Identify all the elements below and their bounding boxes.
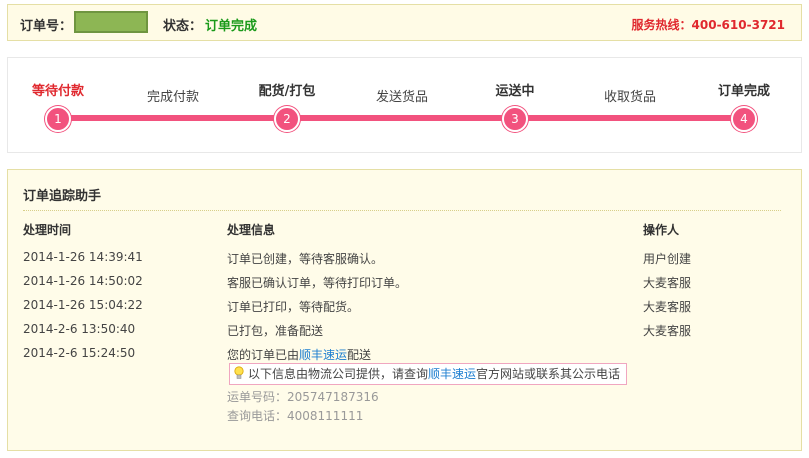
step-label-packing: 配货/打包 — [258, 84, 316, 99]
service-hotline: 服务热线：400-610-3721 — [631, 18, 785, 32]
row-info: 订单已打印，等待配货。 — [227, 300, 360, 314]
lightbulb-icon — [234, 366, 244, 379]
row-info-suffix: 配送 — [347, 348, 372, 362]
divider — [23, 210, 781, 211]
step-label-receive: 收取货品 — [603, 90, 656, 105]
step-label-order-complete: 订单完成 — [717, 84, 770, 99]
status-label: 状态： — [163, 19, 203, 34]
tracking-title: 订单追踪助手 — [23, 189, 102, 204]
column-header-operator: 操作人 — [643, 223, 680, 237]
row-time: 2014-2-6 15:24:50 — [23, 346, 136, 360]
row-info: 订单已创建，等待客服确认。 — [227, 252, 384, 266]
notice-suffix: 官方网站或联系其公示电话 — [476, 367, 621, 381]
carrier-link[interactable]: 顺丰速运 — [299, 348, 347, 362]
row-time: 2014-1-26 15:04:22 — [23, 298, 143, 312]
step-3-circle: 3 — [502, 106, 528, 132]
order-number-label: 订单号： — [20, 19, 73, 34]
notice-prefix: 以下信息由物流公司提供，请查询 — [248, 367, 429, 381]
column-header-time: 处理时间 — [23, 223, 72, 237]
row-time: 2014-1-26 14:50:02 — [23, 274, 143, 288]
row-operator: 大麦客服 — [643, 300, 692, 314]
carrier-info-notice: 以下信息由物流公司提供，请查询顺丰速运官方网站或联系其公示电话 — [229, 363, 628, 385]
order-tracking-panel: 订单追踪助手 处理时间 处理信息 操作人 2014-1-26 14:39:41 … — [7, 169, 802, 451]
table-row: 2014-1-26 14:50:02 客服已确认订单，等待打印订单。 大麦客服 — [8, 274, 801, 294]
row-time: 2014-2-6 13:50:40 — [23, 322, 136, 336]
row-operator: 大麦客服 — [643, 324, 692, 338]
status-value: 订单完成 — [205, 19, 258, 34]
order-progress-panel: 等待付款 1 完成付款 配货/打包 2 发送货品 运送中 3 收取货品 订单完成… — [7, 57, 802, 153]
step-2-circle: 2 — [274, 106, 300, 132]
step-4-circle: 4 — [731, 106, 757, 132]
row-operator: 用户创建 — [643, 252, 692, 266]
step-label-payment-complete: 完成付款 — [146, 90, 199, 105]
table-row: 2014-1-26 14:39:41 订单已创建，等待客服确认。 用户创建 — [8, 250, 801, 270]
carrier-link-notice[interactable]: 顺丰速运 — [428, 367, 476, 381]
row-info: 您的订单已由顺丰速运配送 — [227, 346, 371, 363]
step-label-shipping: 发送货品 — [375, 90, 428, 105]
order-number-redacted — [74, 11, 148, 33]
column-header-info: 处理信息 — [227, 223, 276, 237]
row-info: 已打包，准备配送 — [227, 324, 324, 338]
query-phone: 查询电话：4008111111 — [227, 409, 364, 423]
waybill-number: 运单号码：205747187316 — [227, 390, 379, 404]
table-row: 2014-2-6 13:50:40 已打包，准备配送 大麦客服 — [8, 322, 801, 342]
order-status-bar: 订单号： 状态： 订单完成 服务热线：400-610-3721 — [7, 4, 802, 41]
table-row: 2014-1-26 15:04:22 订单已打印，等待配货。 大麦客服 — [8, 298, 801, 318]
step-label-in-transit: 运送中 — [495, 84, 535, 99]
progress-track — [65, 115, 745, 121]
row-info-prefix: 您的订单已由 — [227, 348, 300, 362]
row-time: 2014-1-26 14:39:41 — [23, 250, 143, 264]
row-operator: 大麦客服 — [643, 276, 692, 290]
row-info: 客服已确认订单，等待打印订单。 — [227, 276, 408, 290]
step-1-circle: 1 — [45, 106, 71, 132]
step-label-await-payment: 等待付款 — [31, 84, 84, 99]
